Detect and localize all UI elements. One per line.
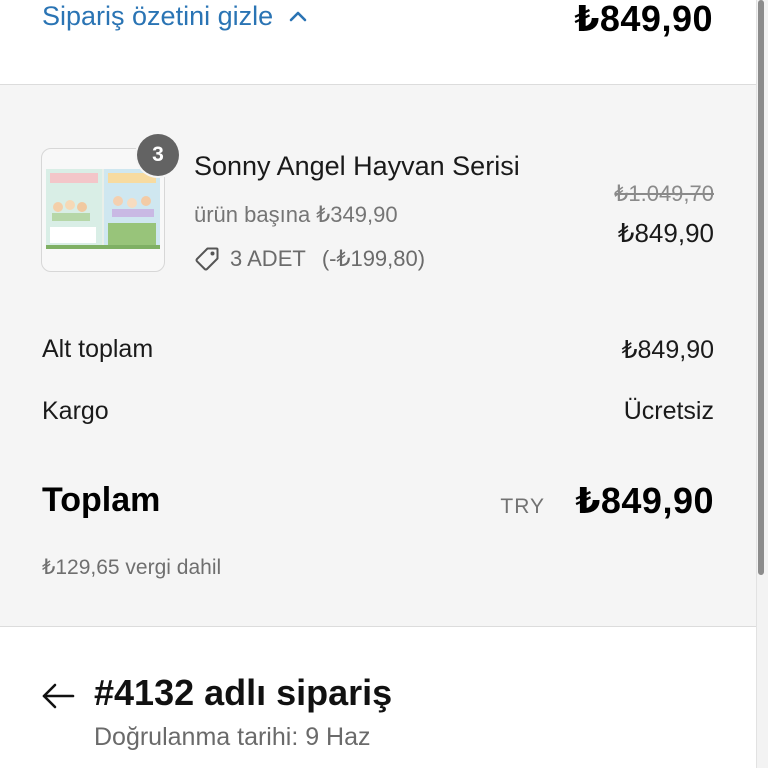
discount-label: 3 ADET <box>230 246 306 271</box>
scrollbar-thumb[interactable] <box>758 0 764 575</box>
hide-summary-label: Sipariş özetini gizle <box>42 0 274 31</box>
quantity-discount: 3 ADET (-₺199,80) <box>194 246 425 272</box>
chevron-up-icon <box>289 10 307 22</box>
scrollbar[interactable] <box>756 0 768 768</box>
total-value: ₺849,90 <box>575 480 714 521</box>
header-total: ₺849,90 <box>574 0 713 39</box>
product-name: Sonny Angel Hayvan Serisi <box>194 151 520 181</box>
shipping-label: Kargo <box>42 397 109 425</box>
tax-note: ₺129,65 vergi dahil <box>42 556 222 579</box>
order-summary-panel: 3 Sonny Angel Hayvan Serisi ürün başına … <box>0 85 756 627</box>
order-title: #4132 adlı sipariş <box>94 672 393 713</box>
unit-price: ürün başına ₺349,90 <box>194 202 398 227</box>
quantity-badge: 3 <box>137 134 179 176</box>
original-price: ₺1.049,70 <box>614 181 714 206</box>
subtotal-value: ₺849,90 <box>621 336 714 364</box>
order-summary-header: Sipariş özetini gizle ₺849,90 <box>0 0 756 85</box>
tag-icon <box>194 246 220 272</box>
discount-amount: (-₺199,80) <box>321 246 426 271</box>
arrow-left-icon[interactable] <box>41 683 75 714</box>
shipping-value: Ücretsiz <box>623 397 714 425</box>
total-label: Toplam <box>42 481 161 519</box>
scrollbar-divider <box>756 0 757 768</box>
subtotal-label: Alt toplam <box>42 335 154 363</box>
hide-summary-toggle[interactable]: Sipariş özetini gizle <box>42 0 307 32</box>
order-info: #4132 adlı sipariş Doğrulanma tarihi: 9 … <box>0 627 756 768</box>
product-price: ₺849,90 <box>617 218 714 248</box>
currency-code: TRY <box>500 495 545 518</box>
confirmation-date: Doğrulanma tarihi: 9 Haz <box>94 723 371 751</box>
